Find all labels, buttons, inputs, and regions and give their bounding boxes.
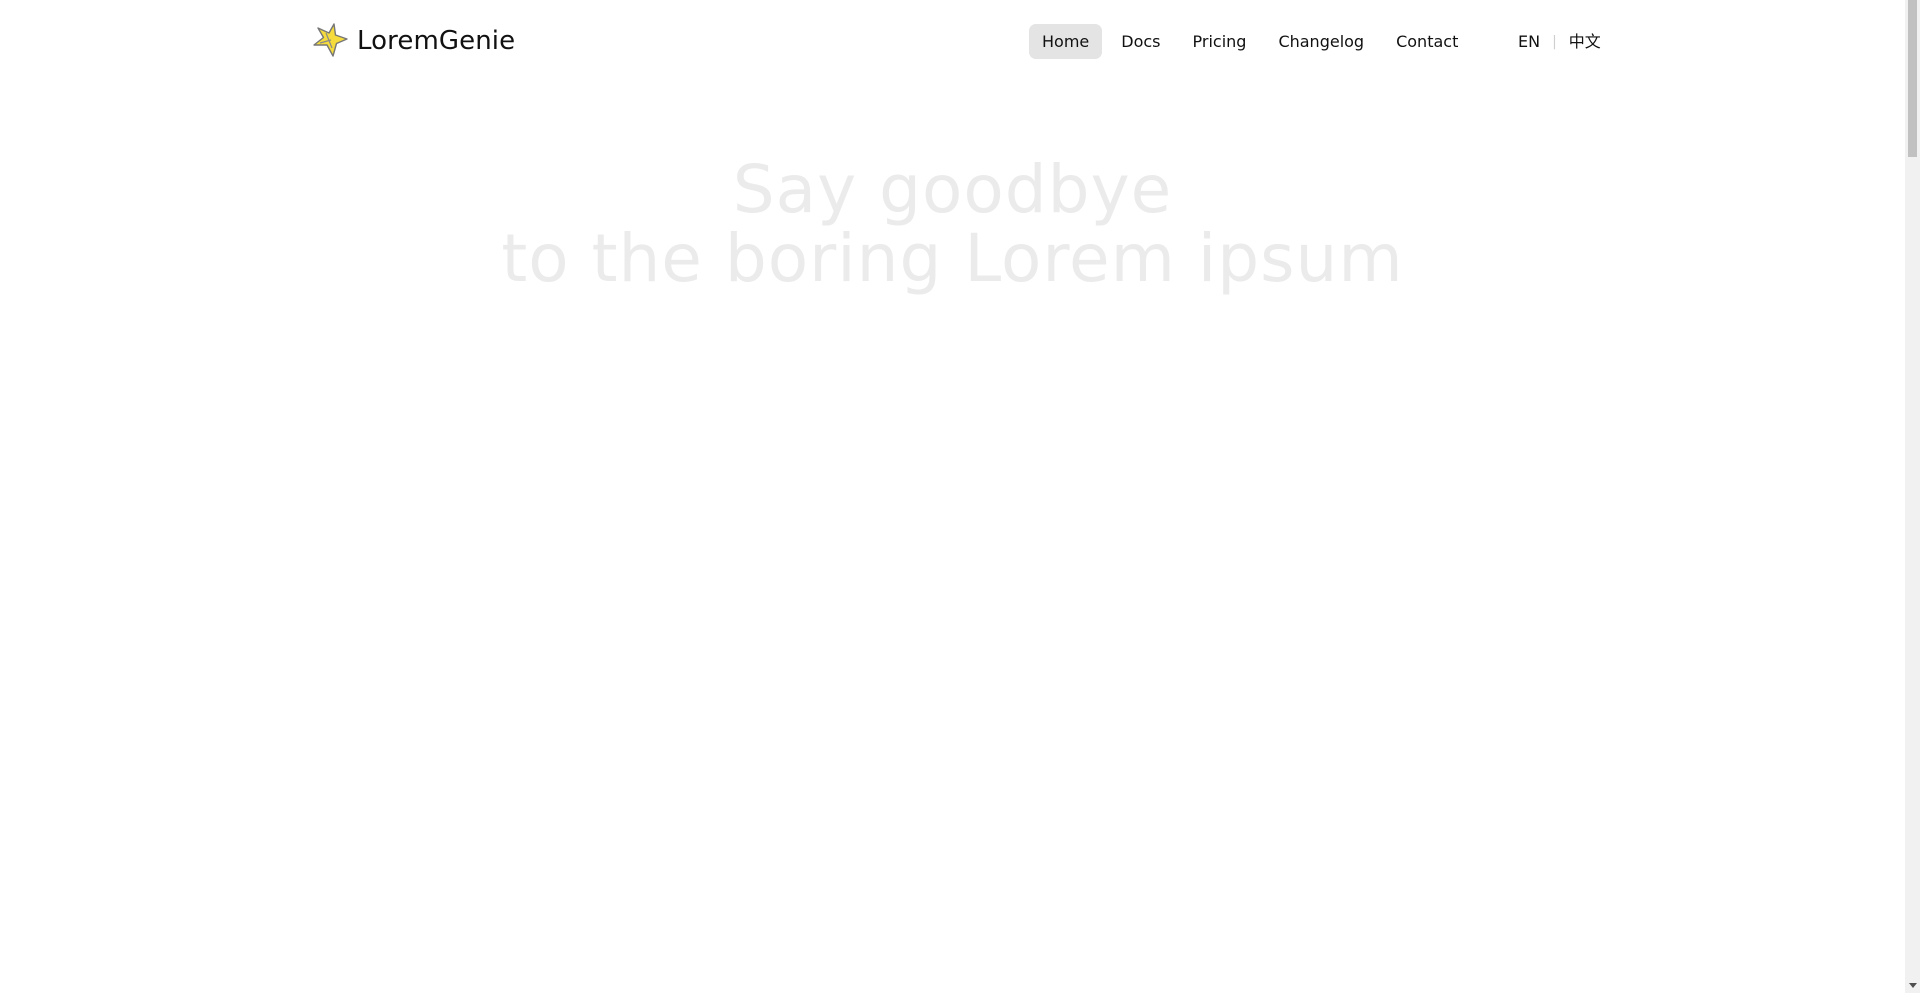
nav-item-contact[interactable]: Contact (1383, 24, 1471, 59)
brand-name: LoremGenie (357, 26, 516, 56)
hero-heading-line-1: Say goodbye (732, 151, 1173, 228)
scroll-down-arrow-icon[interactable] (1905, 978, 1920, 993)
page: LoremGenie Home Docs Pricing Changelog C… (0, 0, 1905, 993)
language-switcher: EN | 中文 (1518, 24, 1601, 59)
nav-item-docs[interactable]: Docs (1108, 24, 1173, 59)
scrollbar-thumb[interactable] (1908, 0, 1917, 157)
nav-item-pricing[interactable]: Pricing (1180, 24, 1260, 59)
language-separator: | (1552, 33, 1557, 50)
main-navigation: Home Docs Pricing Changelog Contact (1029, 24, 1477, 59)
star-icon (311, 21, 351, 61)
nav-item-home[interactable]: Home (1029, 24, 1103, 59)
hero-heading-line-2: to the boring Lorem ipsum (501, 220, 1404, 297)
hero-heading: Say goodbye to the boring Lorem ipsum (0, 155, 1905, 293)
vertical-scrollbar[interactable] (1905, 0, 1920, 993)
brand-home-link[interactable]: LoremGenie (311, 20, 515, 62)
top-navigation-bar: LoremGenie Home Docs Pricing Changelog C… (0, 0, 1905, 82)
language-option-zh[interactable]: 中文 (1569, 24, 1601, 59)
nav-item-changelog[interactable]: Changelog (1265, 24, 1377, 59)
language-option-en[interactable]: EN (1518, 24, 1540, 59)
